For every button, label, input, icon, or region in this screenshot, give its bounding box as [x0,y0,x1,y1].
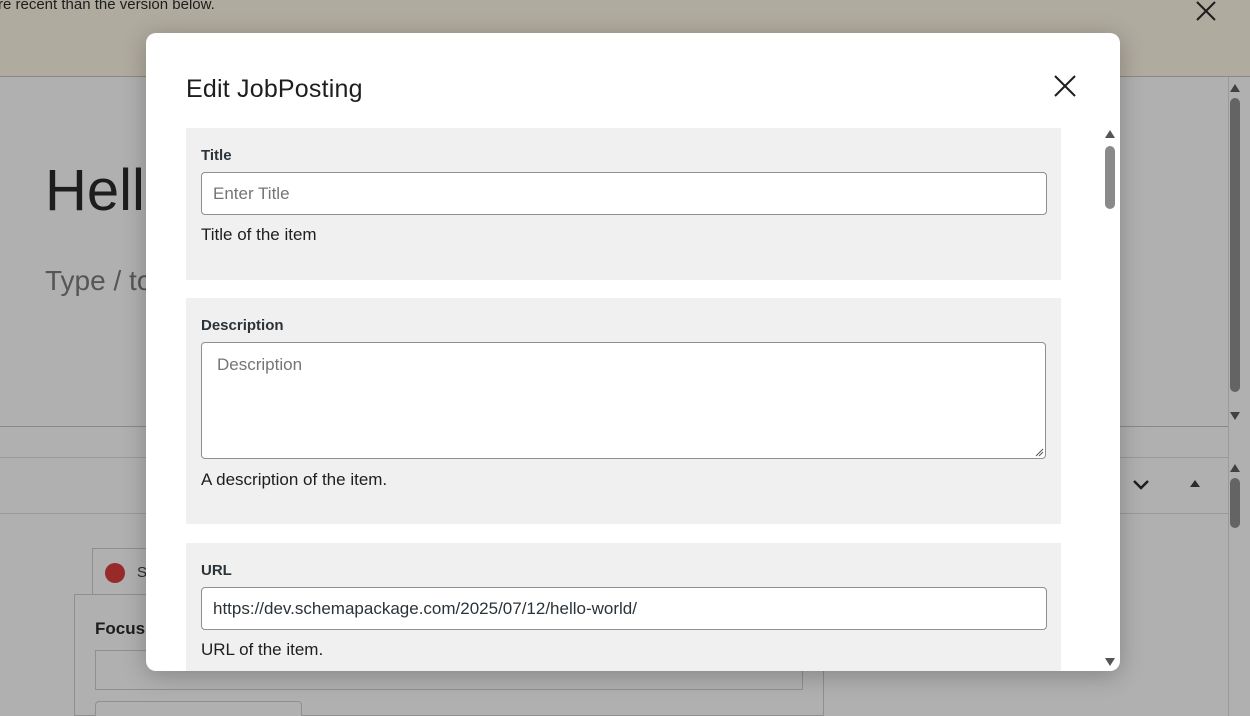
title-input[interactable] [201,172,1047,215]
field-description-label: Description [201,317,284,334]
field-description: Description A description of the item. [186,298,1061,524]
field-title: Title Title of the item [186,128,1061,280]
field-description-help: A description of the item. [201,470,388,489]
field-title-label: Title [201,147,232,164]
url-input[interactable] [201,587,1047,630]
scroll-up-arrow-icon[interactable] [1105,130,1115,138]
modal-body: Title Title of the item Description A de… [186,128,1061,671]
field-url-label: URL [201,562,232,579]
modal-scrollbar[interactable] [1101,128,1119,671]
edit-jobposting-modal: Edit JobPosting Title Title of the item … [146,33,1120,671]
close-icon[interactable] [1052,73,1078,99]
description-textarea[interactable] [201,342,1046,459]
field-url-help: URL of the item. [201,640,324,659]
scroll-down-arrow-icon[interactable] [1105,658,1115,666]
scroll-thumb[interactable] [1105,146,1115,209]
resize-grip-icon[interactable] [1034,447,1044,457]
field-title-help: Title of the item [201,225,317,244]
modal-title: Edit JobPosting [186,75,363,103]
field-url: URL URL of the item. [186,543,1061,671]
